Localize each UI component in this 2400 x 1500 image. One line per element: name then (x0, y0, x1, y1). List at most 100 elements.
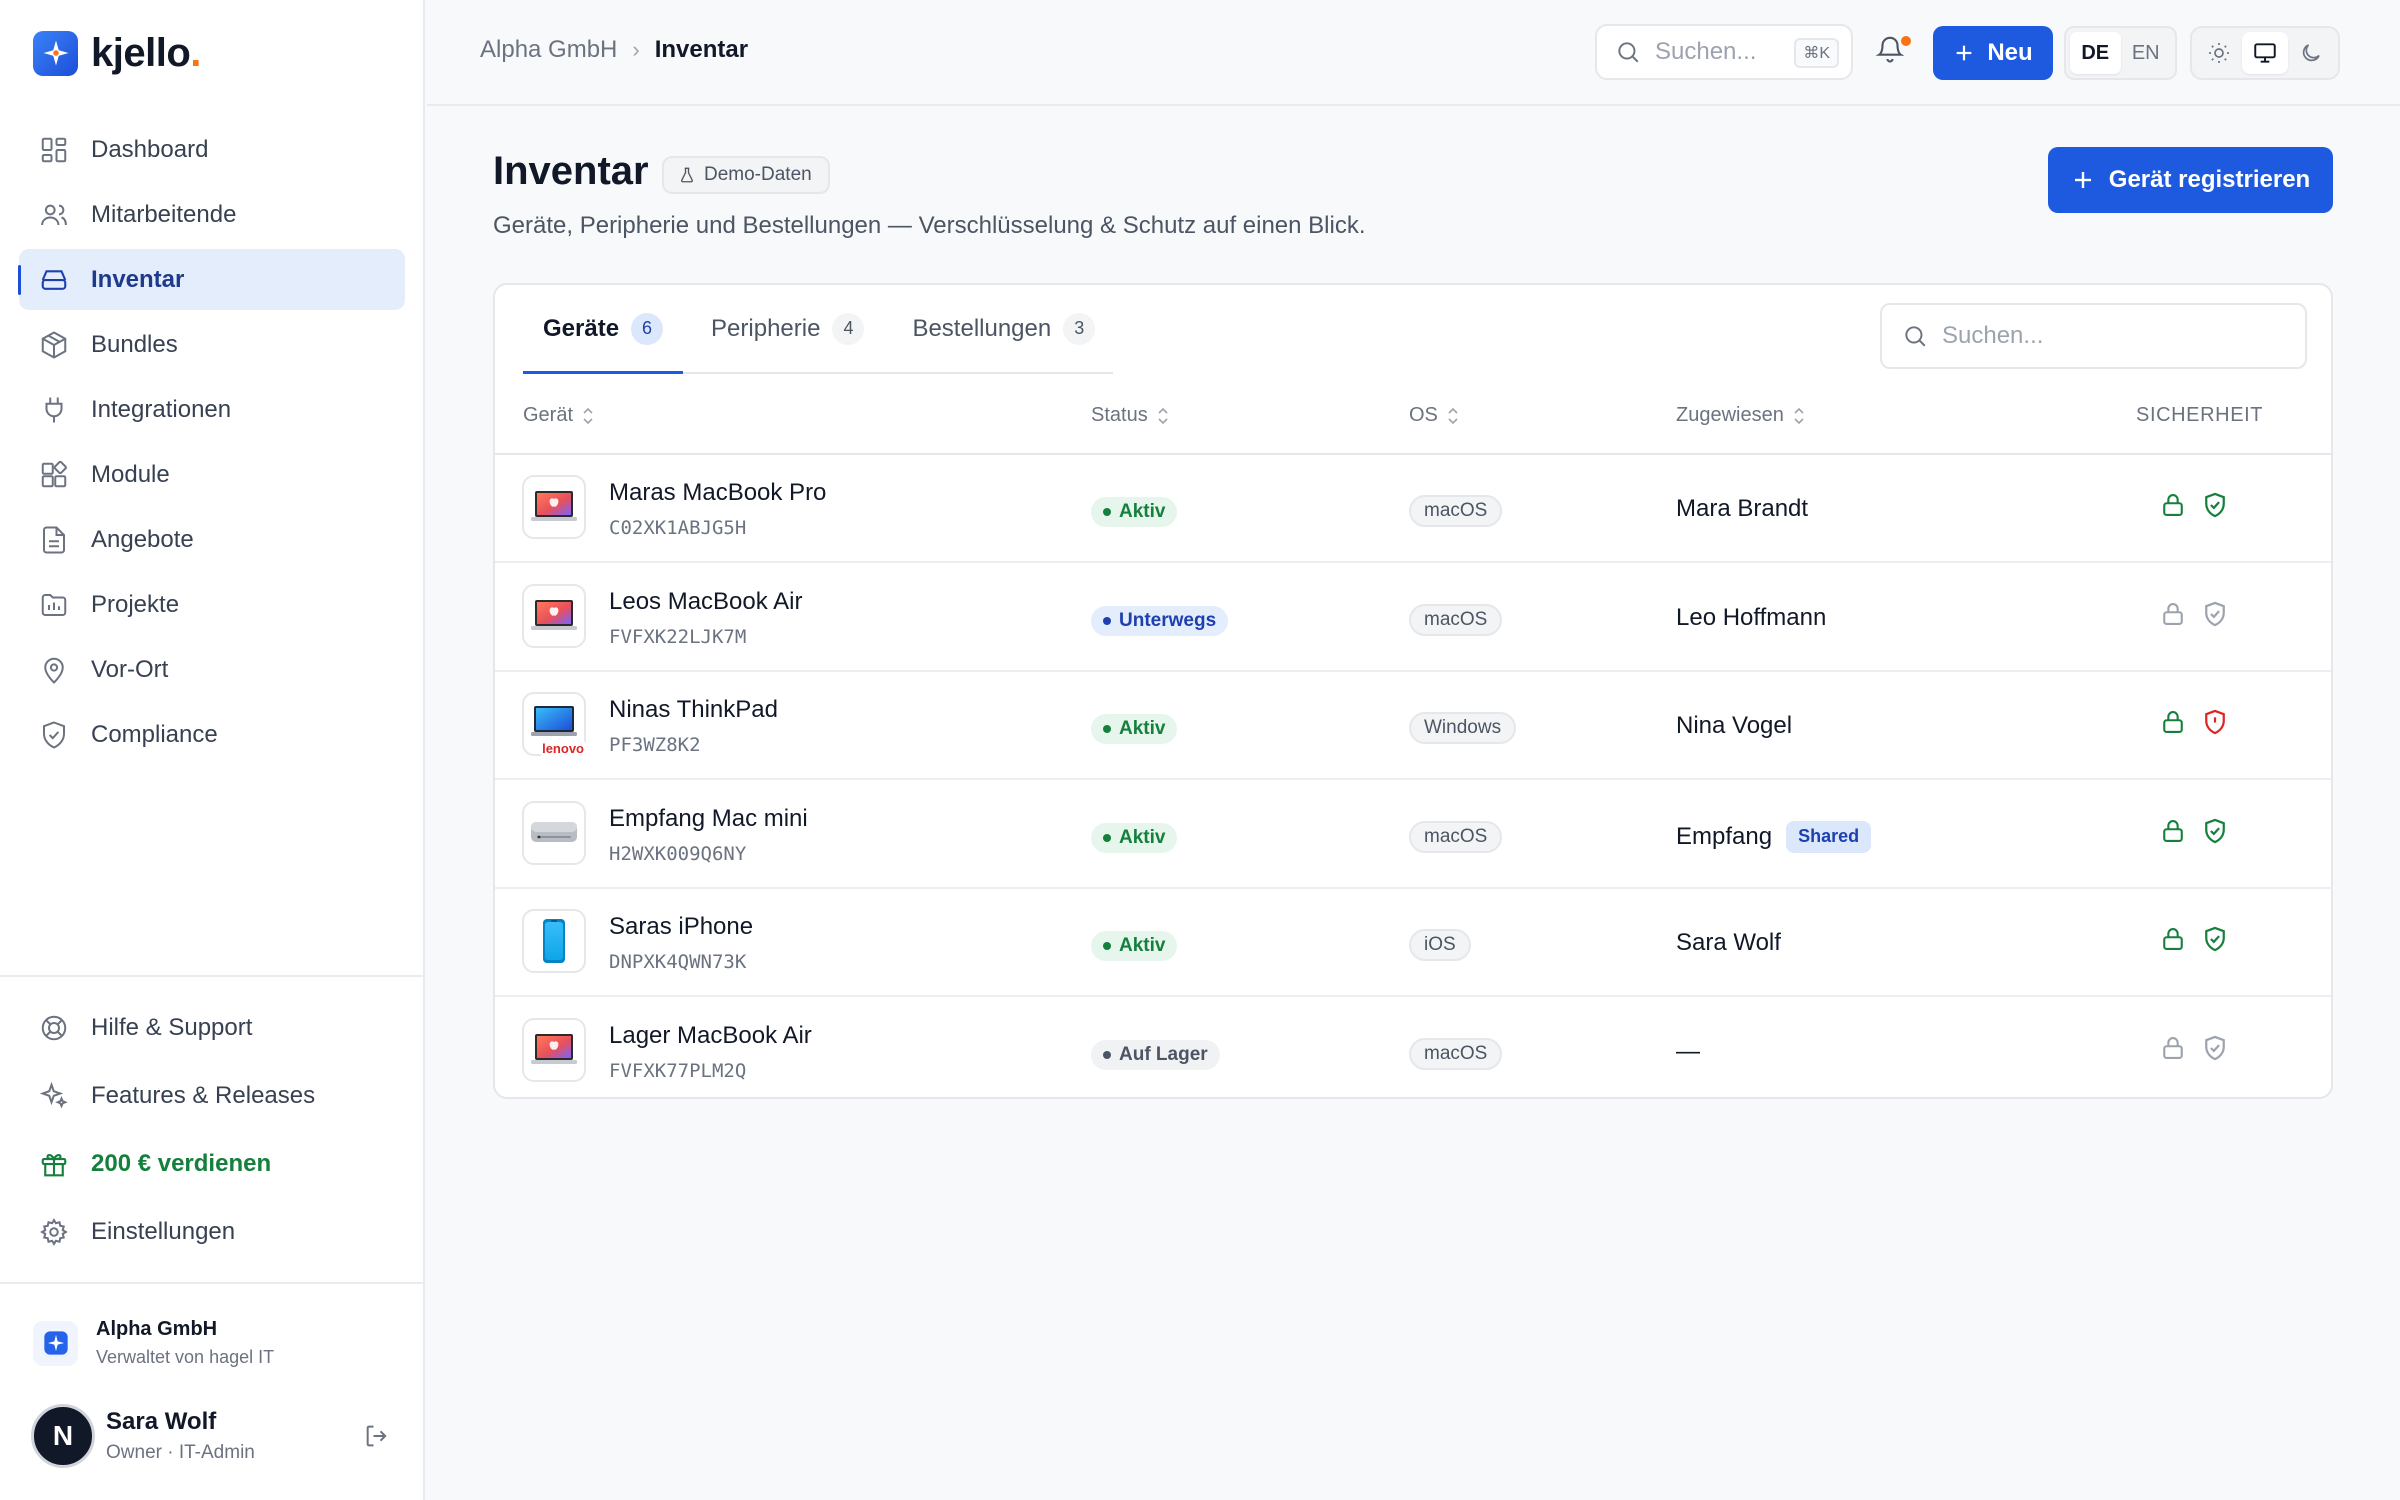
device-thumbnail (522, 583, 586, 648)
org-switcher[interactable]: Alpha GmbH Verwaltet von hagel IT (33, 1318, 274, 1368)
device-name[interactable]: Ninas ThinkPad (609, 696, 778, 724)
column-header-status[interactable]: Status (1091, 404, 1170, 427)
table-row[interactable]: lenovo Ninas ThinkPad PF3WZ8K2 Aktiv Windows… (495, 672, 2331, 780)
gift-icon (41, 1154, 67, 1177)
sidebar-item-vor-ort[interactable]: Vor-Ort (19, 639, 405, 700)
sidebar-item-integrationen[interactable]: Integrationen (19, 379, 405, 440)
sidebar-item-bundles[interactable]: Bundles (19, 314, 405, 375)
avatar: N (31, 1404, 95, 1468)
tab-count: 6 (631, 312, 664, 345)
sidebar-item-inventar[interactable]: Inventar (18, 249, 405, 310)
sidebar-item-features[interactable]: Features & Releases (19, 1064, 405, 1128)
sidebar-divider (0, 1282, 425, 1284)
shield-icon (2205, 709, 2225, 735)
sidebar-item-label: Projekte (91, 590, 180, 618)
user-profile[interactable]: N Sara Wolf Owner · IT-Admin (31, 1404, 391, 1468)
org-managed-by: Verwaltet von hagel IT (96, 1347, 275, 1367)
sidebar-item-label: Integrationen (91, 395, 232, 423)
sort-icon (1448, 407, 1458, 424)
theme-light[interactable] (2196, 32, 2242, 74)
sparkles-icon (39, 1081, 68, 1109)
new-button[interactable]: Neu (1933, 26, 2053, 80)
language-de[interactable]: DE (2070, 32, 2121, 74)
flask-icon (681, 167, 693, 183)
theme-dark[interactable] (2288, 32, 2334, 74)
assigned-user-name: Sara Wolf (1676, 929, 1781, 956)
device-serial: PF3WZ8K2 (609, 734, 701, 756)
sidebar-item-angebote[interactable]: Angebote (19, 509, 405, 570)
org-logo-icon (33, 1320, 78, 1366)
sidebar-item-compliance[interactable]: Compliance (19, 704, 405, 765)
lock-icon (2163, 928, 2183, 950)
moon-icon (2302, 44, 2320, 62)
os-badge: Windows (1409, 712, 1517, 744)
gear-icon (40, 1218, 68, 1246)
sidebar-item-module[interactable]: Module (19, 444, 405, 505)
os-badge: iOS (1409, 929, 1471, 961)
column-header-os[interactable]: OS (1409, 404, 1460, 427)
shield-icon (2205, 926, 2225, 952)
language-en[interactable]: EN (2121, 32, 2172, 74)
shortcut-hint: ⌘K (1794, 38, 1839, 68)
sidebar-item-projekte[interactable]: Projekte (19, 574, 405, 635)
device-thumbnail (522, 800, 586, 865)
search-placeholder: Suchen... (1655, 38, 1757, 65)
tab-bestellungen[interactable]: Bestellungen 3 (892, 285, 1115, 372)
notification-dot (1901, 36, 1911, 46)
breadcrumb-current: Inventar (654, 36, 749, 63)
register-device-label: Gerät registrieren (2108, 166, 2311, 193)
box-icon (41, 330, 67, 359)
table-search-input[interactable]: Suchen... (1880, 303, 2307, 369)
table-header: Gerät Status OS Zugewiesen SICHERHEIT (495, 374, 2331, 455)
page-subtitle: Geräte, Peripherie und Bestellungen — Ve… (493, 212, 1366, 239)
global-search-input[interactable]: Suchen... ⌘K (1595, 24, 1853, 80)
device-name[interactable]: Lager MacBook Air (609, 1022, 812, 1050)
tab-geraete[interactable]: Geräte 6 (523, 285, 684, 374)
sidebar-item-settings[interactable]: Einstellungen (19, 1200, 405, 1264)
os-badge: macOS (1409, 1037, 1503, 1070)
table-row[interactable]: Maras MacBook Pro C02XK1ABJG5H Aktiv macOS M… (495, 455, 2331, 563)
laptop-icon (531, 599, 577, 630)
device-name[interactable]: Maras MacBook Pro (609, 479, 826, 507)
sidebar-item-mitarbeitende[interactable]: Mitarbeitende (19, 184, 405, 245)
assigned-user-name: — (1676, 1037, 1700, 1065)
os-badge: macOS (1409, 495, 1503, 527)
column-header-device[interactable]: Gerät (523, 404, 595, 427)
table-row[interactable]: Lager MacBook Air FVFXK77PLM2Q Auf Lager ma… (495, 998, 2331, 1098)
table-row[interactable]: Saras iPhone DNPXK4QWN73K Aktiv iOS Sara Wol… (495, 889, 2331, 997)
dashboard-icon (41, 137, 67, 162)
device-name[interactable]: Saras iPhone (609, 913, 753, 941)
sidebar-item-label: Features & Releases (91, 1082, 316, 1109)
theme-switcher (2190, 26, 2340, 80)
theme-system[interactable] (2242, 32, 2288, 74)
lenovo-logo: lenovo (540, 741, 586, 756)
device-thumbnail (522, 475, 586, 539)
sidebar-item-dashboard[interactable]: Dashboard (19, 119, 405, 180)
brand-logo-icon (33, 30, 78, 76)
lock-icon (2163, 711, 2183, 733)
topbar: Alpha GmbH › Inventar Suchen... ⌘K Neu D… (427, 0, 2400, 106)
tab-label: Bestellungen (912, 314, 1052, 342)
sidebar-item-referral[interactable]: 200 € verdienen (19, 1132, 405, 1196)
status-badge: Aktiv (1091, 714, 1178, 744)
device-thumbnail: lenovo (522, 692, 586, 756)
demo-data-badge: Demo-Daten (662, 156, 830, 194)
breadcrumb-item[interactable]: Alpha GmbH (480, 36, 617, 64)
table-row[interactable]: Empfang Mac mini H2WXK009Q6NY Aktiv macOS Em… (495, 781, 2331, 889)
user-role: Owner · IT-Admin (106, 1442, 255, 1463)
device-name[interactable]: Empfang Mac mini (609, 805, 808, 833)
sidebar-item-label: Dashboard (91, 135, 209, 163)
device-name[interactable]: Leos MacBook Air (609, 588, 802, 616)
brand[interactable]: kjello. (33, 27, 201, 79)
sidebar-item-help[interactable]: Hilfe & Support (19, 996, 405, 1060)
inventory-card: Geräte 6 Peripherie 4 Bestellungen 3 Suc… (493, 283, 2333, 1099)
shield-icon (2205, 818, 2225, 843)
table-row[interactable]: Leos MacBook Air FVFXK22LJK7M Unterwegs mac… (495, 564, 2331, 672)
shield-icon (43, 720, 65, 749)
status-badge: Aktiv (1091, 931, 1178, 961)
security-status (2159, 1034, 2243, 1062)
column-header-assigned[interactable]: Zugewiesen (1676, 404, 1806, 427)
logout-button[interactable] (363, 1422, 391, 1455)
register-device-button[interactable]: Gerät registrieren (2048, 147, 2333, 213)
tab-peripherie[interactable]: Peripherie 4 (691, 285, 884, 372)
